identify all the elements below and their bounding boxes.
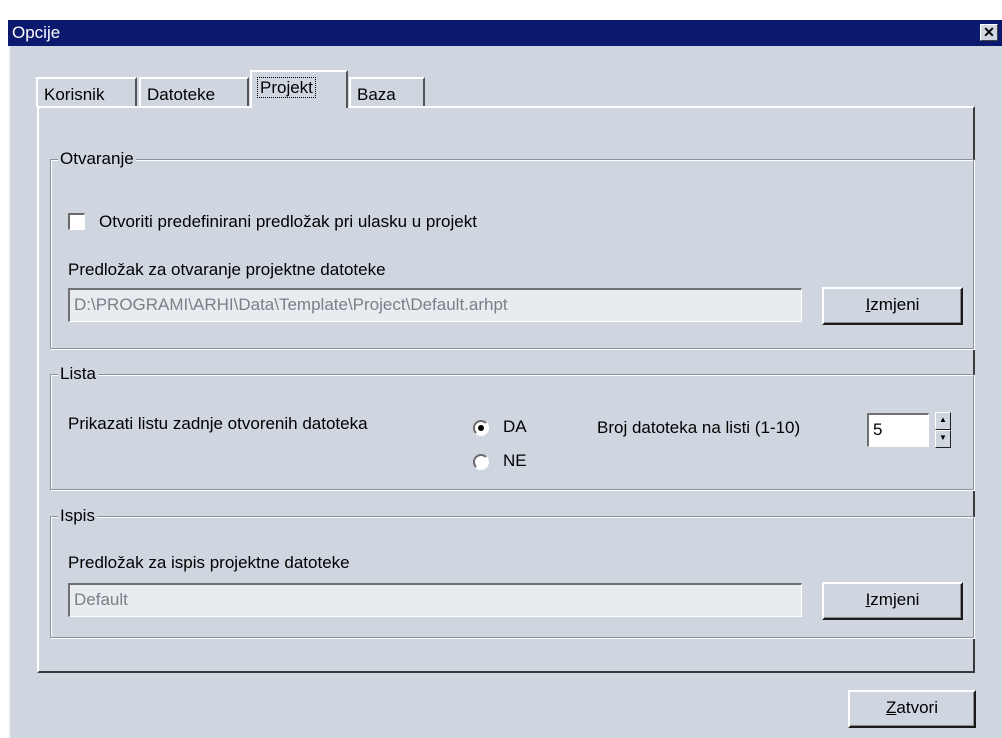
tab-label: Korisnik: [44, 85, 105, 104]
window-title: Opcije: [12, 23, 61, 42]
radio-da-label[interactable]: DA: [503, 417, 527, 437]
tab-label: Datoteke: [147, 85, 216, 104]
open-template-checkbox[interactable]: [68, 213, 85, 230]
group-title: Ispis: [58, 506, 97, 526]
radio-ne[interactable]: [473, 454, 489, 470]
tab-korisnik[interactable]: Korisnik: [36, 77, 137, 107]
tab-baza[interactable]: Baza: [349, 77, 425, 107]
close-button[interactable]: Zatvori: [848, 690, 976, 728]
print-template-label: Predložak za ispis projektne datoteke: [68, 553, 350, 572]
spin-up-icon[interactable]: ▲: [935, 412, 951, 430]
recent-count-label: Broj datoteka na listi (1-10): [597, 418, 801, 437]
radio-da[interactable]: [473, 420, 489, 436]
group-title: Lista: [58, 364, 98, 384]
print-template-path-field: Default: [68, 583, 802, 617]
group-otvaranje: Otvaranje Otvoriti predefinirani predlož…: [50, 149, 974, 349]
button-label: zmjeni: [870, 295, 920, 314]
title-bar: Opcije ✕: [8, 20, 1002, 46]
button-mnemonic: Z: [886, 698, 897, 717]
tab-label: Baza: [357, 85, 396, 104]
tab-datoteke[interactable]: Datoteke: [139, 77, 249, 107]
group-ispis: Ispis Predložak za ispis projektne datot…: [50, 506, 974, 638]
spin-down-icon[interactable]: ▼: [935, 430, 951, 448]
button-label: atvori: [896, 698, 938, 717]
change-open-template-button[interactable]: Izmjeni: [822, 287, 963, 325]
open-template-checkbox-label[interactable]: Otvoriti predefinirani predložak pri ula…: [99, 212, 477, 232]
button-label: zmjeni: [870, 590, 920, 609]
open-template-label: Predložak za otvaranje projektne datotek…: [68, 260, 386, 279]
tab-panel-projekt: Otvaranje Otvoriti predefinirani predlož…: [37, 106, 975, 673]
show-recent-label: Prikazati listu zadnje otvorenih datotek…: [68, 414, 368, 433]
group-lista: Lista Prikazati listu zadnje otvorenih d…: [50, 364, 974, 490]
radio-ne-label[interactable]: NE: [503, 451, 527, 471]
tab-projekt[interactable]: Projekt: [250, 70, 348, 108]
recent-count-input[interactable]: 5: [867, 413, 929, 447]
close-icon[interactable]: ✕: [980, 24, 998, 41]
group-title: Otvaranje: [58, 149, 136, 169]
change-print-template-button[interactable]: Izmjeni: [822, 582, 963, 620]
open-template-path-field: D:\PROGRAMI\ARHI\Data\Template\Project\D…: [68, 288, 802, 322]
tab-label: Projekt: [257, 77, 316, 98]
